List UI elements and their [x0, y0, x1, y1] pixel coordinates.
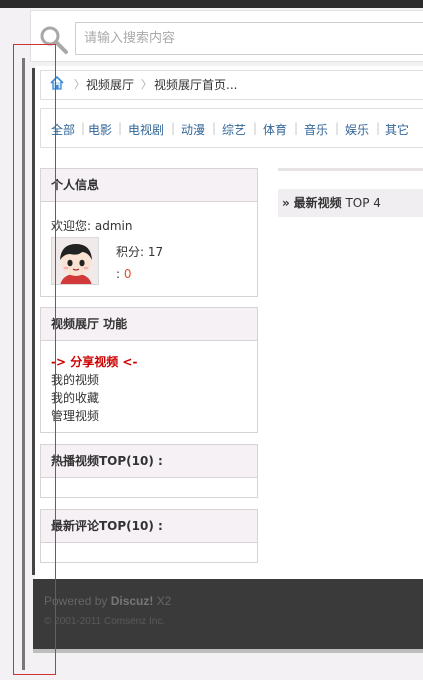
extra-stat-label: :	[116, 267, 124, 281]
profile-box-title: 个人信息	[41, 169, 257, 202]
category-separator: |	[212, 121, 217, 135]
left-border	[22, 58, 25, 670]
category-entertainment[interactable]: 娱乐	[345, 121, 369, 138]
latest-videos-header: » 最新视频 TOP 4	[278, 189, 423, 217]
latest-videos-title[interactable]: 最新视频	[294, 196, 342, 210]
category-anime[interactable]: 动漫	[181, 121, 205, 138]
breadcrumb-separator: 〉	[141, 78, 152, 91]
latest-comments-box: 最新评论TOP(10) :	[40, 509, 258, 563]
avatar-image	[52, 238, 98, 284]
footer	[33, 579, 423, 649]
category-variety[interactable]: 综艺	[222, 121, 246, 138]
breadcrumb-separator: 〉	[74, 78, 85, 91]
copyright: © 2001-2011 Comsenz Inc.	[44, 616, 166, 627]
breadcrumb-item-video-hall[interactable]: 视频展厅	[86, 76, 134, 93]
top-dark-bar	[0, 0, 423, 8]
latest-videos-suffix: TOP 4	[345, 196, 381, 210]
share-video-link[interactable]: -> 分享视频 <-	[51, 353, 137, 370]
latest-videos-arrow: »	[282, 196, 290, 210]
category-separator: |	[118, 121, 123, 135]
category-separator: |	[294, 121, 299, 135]
category-sports[interactable]: 体育	[263, 121, 287, 138]
footer-shadow	[33, 649, 423, 653]
extra-stat: : 0	[116, 267, 132, 281]
welcome-text: 欢迎您: admin	[51, 219, 133, 233]
points-text: 积分: 17	[116, 245, 164, 259]
category-separator: |	[171, 121, 176, 135]
powered-by-prefix: Powered by	[44, 594, 111, 608]
right-divider	[278, 168, 423, 171]
discuz-link[interactable]: Discuz!	[111, 594, 154, 608]
avatar[interactable]	[51, 237, 99, 285]
extra-stat-value: 0	[123, 267, 132, 281]
category-tv[interactable]: 电视剧	[128, 121, 164, 138]
category-separator: |	[335, 121, 340, 135]
latest-comments-title: 最新评论TOP(10) :	[41, 510, 257, 543]
category-other[interactable]: 其它	[385, 121, 409, 138]
my-favorites-link[interactable]: 我的收藏	[51, 389, 99, 406]
powered-by: Powered by Discuz! X2	[44, 594, 171, 608]
powered-by-version: X2	[153, 594, 172, 608]
search-input[interactable]	[75, 22, 423, 55]
category-separator: |	[376, 121, 381, 135]
breadcrumb-item-current[interactable]: 视频展厅首页...	[154, 76, 237, 93]
home-icon[interactable]	[49, 75, 65, 91]
category-separator: |	[81, 121, 86, 135]
category-all[interactable]: 全部	[51, 121, 75, 138]
category-movie[interactable]: 电影	[88, 121, 112, 138]
manage-videos-link[interactable]: 管理视频	[51, 407, 99, 424]
category-separator: |	[253, 121, 258, 135]
my-videos-link[interactable]: 我的视频	[51, 371, 99, 388]
category-music[interactable]: 音乐	[304, 121, 328, 138]
hot-videos-box: 热播视频TOP(10) :	[40, 444, 258, 498]
functions-box-title: 视频展厅 功能	[41, 308, 257, 341]
hot-videos-title: 热播视频TOP(10) :	[41, 445, 257, 478]
search-icon[interactable]	[38, 24, 70, 56]
content-left-border	[32, 68, 35, 575]
